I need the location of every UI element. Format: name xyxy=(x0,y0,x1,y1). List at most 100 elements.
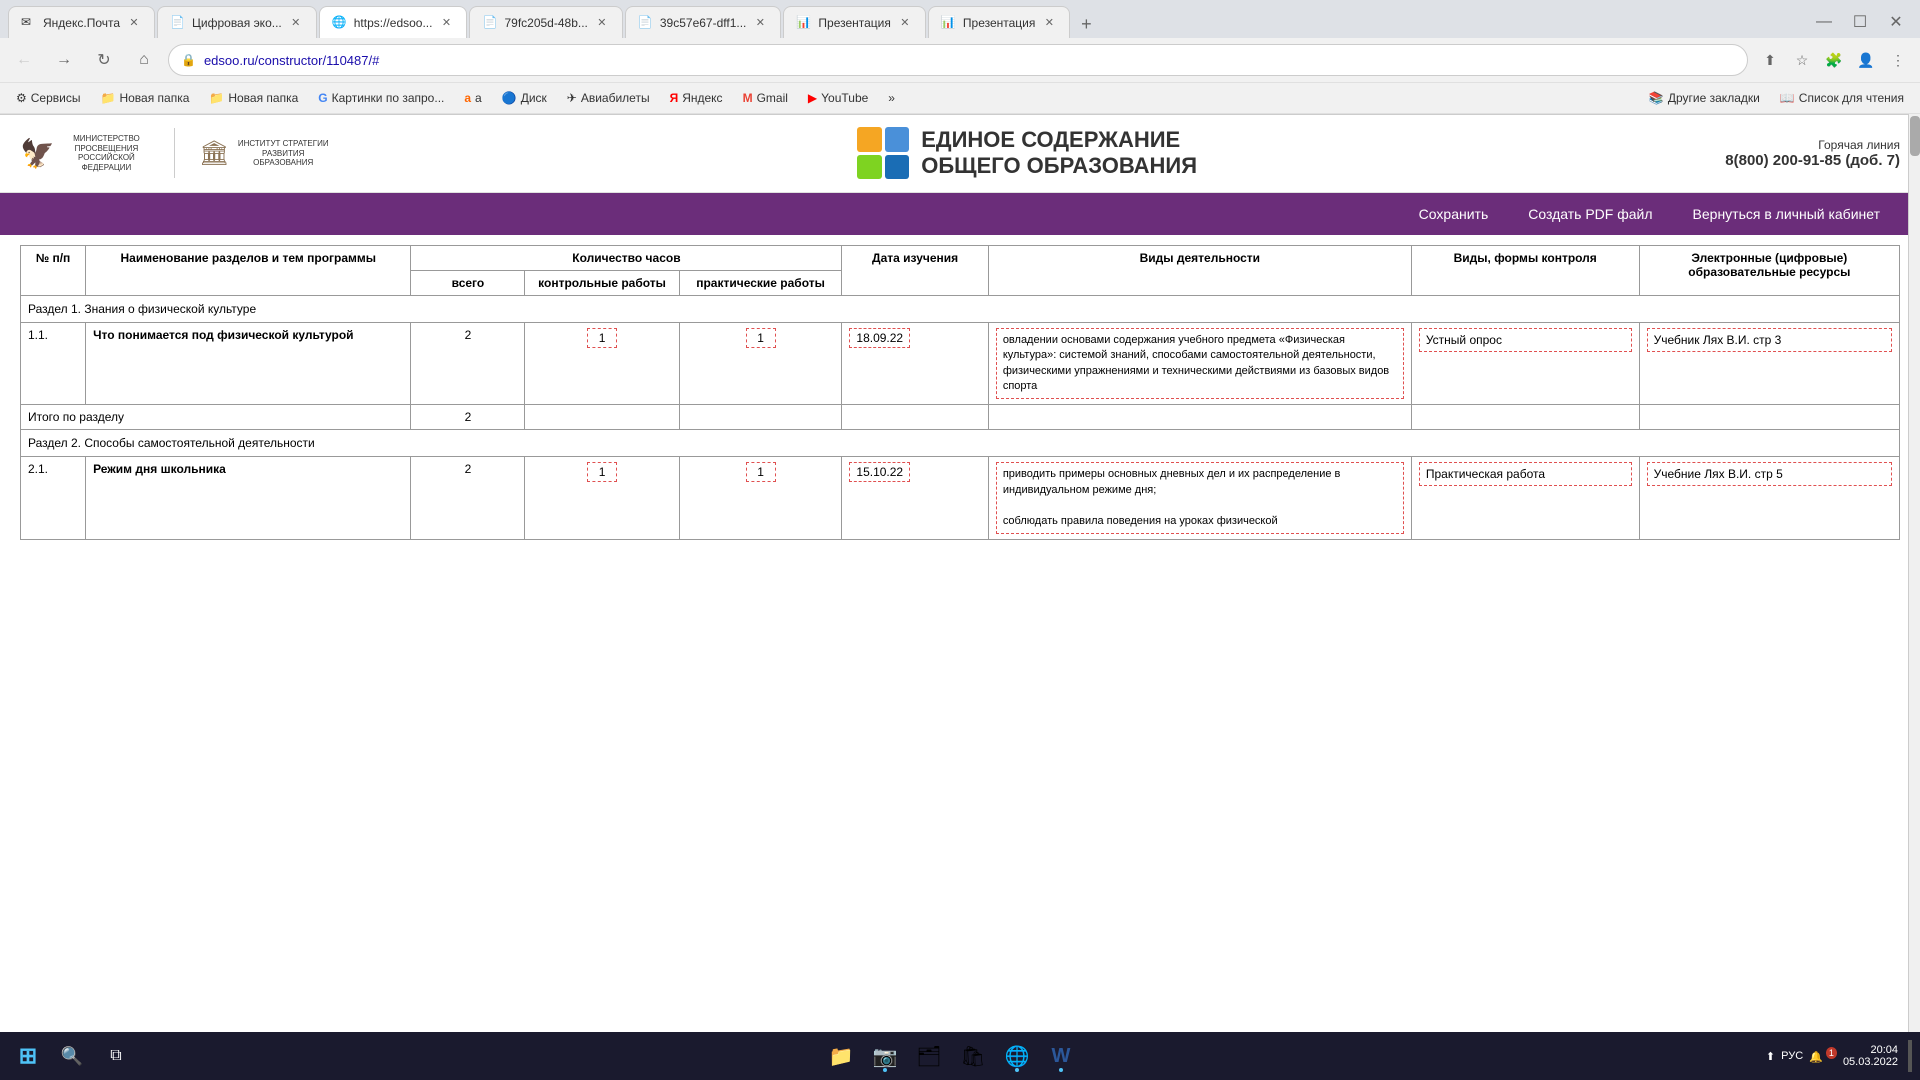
close-window-button[interactable]: ✕ xyxy=(1880,6,1912,38)
grid-pencil xyxy=(857,127,882,152)
taskbar-files[interactable]: 🗂 xyxy=(909,1036,949,1076)
nav-cabinet[interactable]: Вернуться в личный кабинет xyxy=(1693,206,1880,222)
dashed-date-2-1[interactable]: 15.10.22 xyxy=(849,462,910,482)
forward-button[interactable]: → xyxy=(48,44,80,76)
profile-icon[interactable]: 👤 xyxy=(1852,46,1880,74)
bookmark-label-youtube: YouTube xyxy=(821,91,868,105)
tab-close-7[interactable]: ✕ xyxy=(1041,15,1057,31)
notification-badge: 1 xyxy=(1826,1047,1837,1059)
bookmark-google[interactable]: G Картинки по запро... xyxy=(310,89,452,107)
ministry-name: МИНИСТЕРСТВО ПРОСВЕЩЕНИЯ РОССИЙСКОЙ ФЕДЕ… xyxy=(63,134,150,172)
dashed-activity-2-1[interactable]: приводить примеры основных дневных дел и… xyxy=(996,462,1404,534)
tab-label-5: 39c57e67-dff1... xyxy=(660,16,747,30)
dashed-resource-1-1[interactable]: Учебник Лях В.И. стр 3 xyxy=(1647,328,1892,352)
institute-icon: 🏛 xyxy=(199,139,229,168)
total-label-1: Итого по разделу xyxy=(21,405,411,430)
tab-close-6[interactable]: ✕ xyxy=(897,15,913,31)
dashed-activity-1-1[interactable]: овладении основами содержания учебного п… xyxy=(996,328,1404,400)
logo-grid xyxy=(857,127,909,179)
dashed-control-2-1[interactable]: 1 xyxy=(587,462,617,482)
bookmark-folder1[interactable]: 📁 Новая папка xyxy=(92,89,197,107)
tab-2[interactable]: 📄 Цифровая эко... ✕ xyxy=(157,6,317,38)
scrollbar-thumb[interactable] xyxy=(1910,116,1920,156)
bookmark-yandex[interactable]: Я Яндекс xyxy=(662,89,731,107)
tab-3[interactable]: 🌐 https://edsoo... ✕ xyxy=(319,6,468,38)
dashed-control-type-1-1[interactable]: Устный опрос xyxy=(1419,328,1632,352)
bookmark-folder2[interactable]: 📁 Новая папка xyxy=(201,89,306,107)
tab-4[interactable]: 📄 79fc205d-48b... ✕ xyxy=(469,6,622,38)
bookmark-other[interactable]: 📚 Другие закладки xyxy=(1641,89,1768,107)
tab-close-5[interactable]: ✕ xyxy=(752,15,768,31)
bookmark-favicon-other: 📚 xyxy=(1649,91,1664,105)
task-view-button[interactable]: ⧉ xyxy=(96,1036,136,1076)
maximize-window-button[interactable]: ☐ xyxy=(1844,6,1876,38)
bookmark-favicon-folder1: 📁 xyxy=(100,91,115,105)
chrome-icon: 🌐 xyxy=(1005,1044,1030,1069)
dashed-date-1-1[interactable]: 18.09.22 xyxy=(849,328,910,348)
bookmark-more[interactable]: » xyxy=(880,89,903,107)
menu-icon[interactable]: ⋮ xyxy=(1884,46,1912,74)
nav-save[interactable]: Сохранить xyxy=(1419,206,1489,222)
total-blank-5 xyxy=(1411,405,1639,430)
bookmark-servisy[interactable]: ⚙ Сервисы xyxy=(8,89,88,107)
dashed-practice-1-1[interactable]: 1 xyxy=(746,328,776,348)
bookmark-avia[interactable]: ✈ Авиабилеты xyxy=(559,89,658,107)
tab-close-2[interactable]: ✕ xyxy=(288,15,304,31)
bookmark-label-disk: Диск xyxy=(521,91,547,105)
search-icon: 🔍 xyxy=(61,1046,83,1067)
table-wrapper: № п/п Наименование разделов и тем програ… xyxy=(0,235,1920,550)
site-title-center: ЕДИНОЕ СОДЕРЖАНИЕ ОБЩЕГО ОБРАЗОВАНИЯ xyxy=(349,127,1705,180)
total-blank-1 xyxy=(525,405,679,430)
tab-close-1[interactable]: ✕ xyxy=(126,15,142,31)
tab-close-3[interactable]: ✕ xyxy=(438,15,454,31)
tab-6[interactable]: 📊 Презентация ✕ xyxy=(783,6,926,38)
back-button[interactable]: ← xyxy=(8,44,40,76)
total-blank-3 xyxy=(842,405,988,430)
dashed-control-1-1[interactable]: 1 xyxy=(587,328,617,348)
bookmark-a[interactable]: a a xyxy=(456,89,489,107)
bookmark-youtube[interactable]: ▶ YouTube xyxy=(800,89,876,107)
taskbar-word[interactable]: W xyxy=(1041,1036,1081,1076)
bookmark-reading[interactable]: 📖 Список для чтения xyxy=(1772,89,1912,107)
site-title-block: ЕДИНОЕ СОДЕРЖАНИЕ ОБЩЕГО ОБРАЗОВАНИЯ xyxy=(921,127,1197,180)
bookmark-label-folder2: Новая папка xyxy=(228,91,298,105)
show-desktop-button[interactable] xyxy=(1908,1040,1912,1072)
browser-chrome: ✉ Яндекс.Почта ✕ 📄 Цифровая эко... ✕ 🌐 h… xyxy=(0,0,1920,115)
tab-favicon-7: 📊 xyxy=(941,15,957,31)
taskbar-store[interactable]: 🛍 xyxy=(953,1036,993,1076)
taskbar-webcam[interactable]: 📷 xyxy=(865,1036,905,1076)
bookmark-label-avia: Авиабилеты xyxy=(581,91,650,105)
section-label-1: Раздел 1. Знания о физической культуре xyxy=(21,295,1900,322)
minimize-window-button[interactable]: — xyxy=(1808,6,1840,38)
cell-hours-practice-1-1: 1 xyxy=(679,322,842,405)
total-blank-4 xyxy=(988,405,1411,430)
taskbar-clock[interactable]: 20:04 05.03.2022 xyxy=(1843,1044,1898,1068)
nav-pdf[interactable]: Создать PDF файл xyxy=(1528,206,1652,222)
dashed-control-type-2-1[interactable]: Практическая работа xyxy=(1419,462,1632,486)
extensions-icon[interactable]: 🧩 xyxy=(1820,46,1848,74)
tab-close-4[interactable]: ✕ xyxy=(594,15,610,31)
bookmarks-bar: ⚙ Сервисы 📁 Новая папка 📁 Новая папка G … xyxy=(0,82,1920,114)
tab-1[interactable]: ✉ Яндекс.Почта ✕ xyxy=(8,6,155,38)
bookmark-disk[interactable]: 🔵 Диск xyxy=(494,89,555,107)
taskbar-chrome[interactable]: 🌐 xyxy=(997,1036,1037,1076)
search-button[interactable]: 🔍 xyxy=(52,1036,92,1076)
bookmark-label-a: a xyxy=(475,91,482,105)
reload-button[interactable]: ↻ xyxy=(88,44,120,76)
bookmark-icon[interactable]: ☆ xyxy=(1788,46,1816,74)
new-tab-button[interactable]: + xyxy=(1072,10,1100,38)
site-header: 🦅 МИНИСТЕРСТВО ПРОСВЕЩЕНИЯ РОССИЙСКОЙ ФЕ… xyxy=(0,115,1920,193)
section-label-2: Раздел 2. Способы самостоятельной деятел… xyxy=(21,430,1900,457)
dashed-practice-2-1[interactable]: 1 xyxy=(746,462,776,482)
share-icon[interactable]: ⬆ xyxy=(1756,46,1784,74)
start-button[interactable]: ⊞ xyxy=(8,1036,48,1076)
tab-7[interactable]: 📊 Презентация ✕ xyxy=(928,6,1071,38)
taskbar-explorer[interactable]: 📁 xyxy=(821,1036,861,1076)
address-bar[interactable]: 🔒 edsoo.ru/constructor/110487/# xyxy=(168,44,1748,76)
home-button[interactable]: ⌂ xyxy=(128,44,160,76)
bookmark-label-gmail: Gmail xyxy=(757,91,788,105)
bookmark-gmail[interactable]: M Gmail xyxy=(735,89,796,107)
tab-5[interactable]: 📄 39c57e67-dff1... ✕ xyxy=(625,6,782,38)
header-resources: Электронные (цифровые) образовательные р… xyxy=(1639,245,1899,295)
dashed-resource-2-1[interactable]: Учебние Лях В.И. стр 5 xyxy=(1647,462,1892,486)
